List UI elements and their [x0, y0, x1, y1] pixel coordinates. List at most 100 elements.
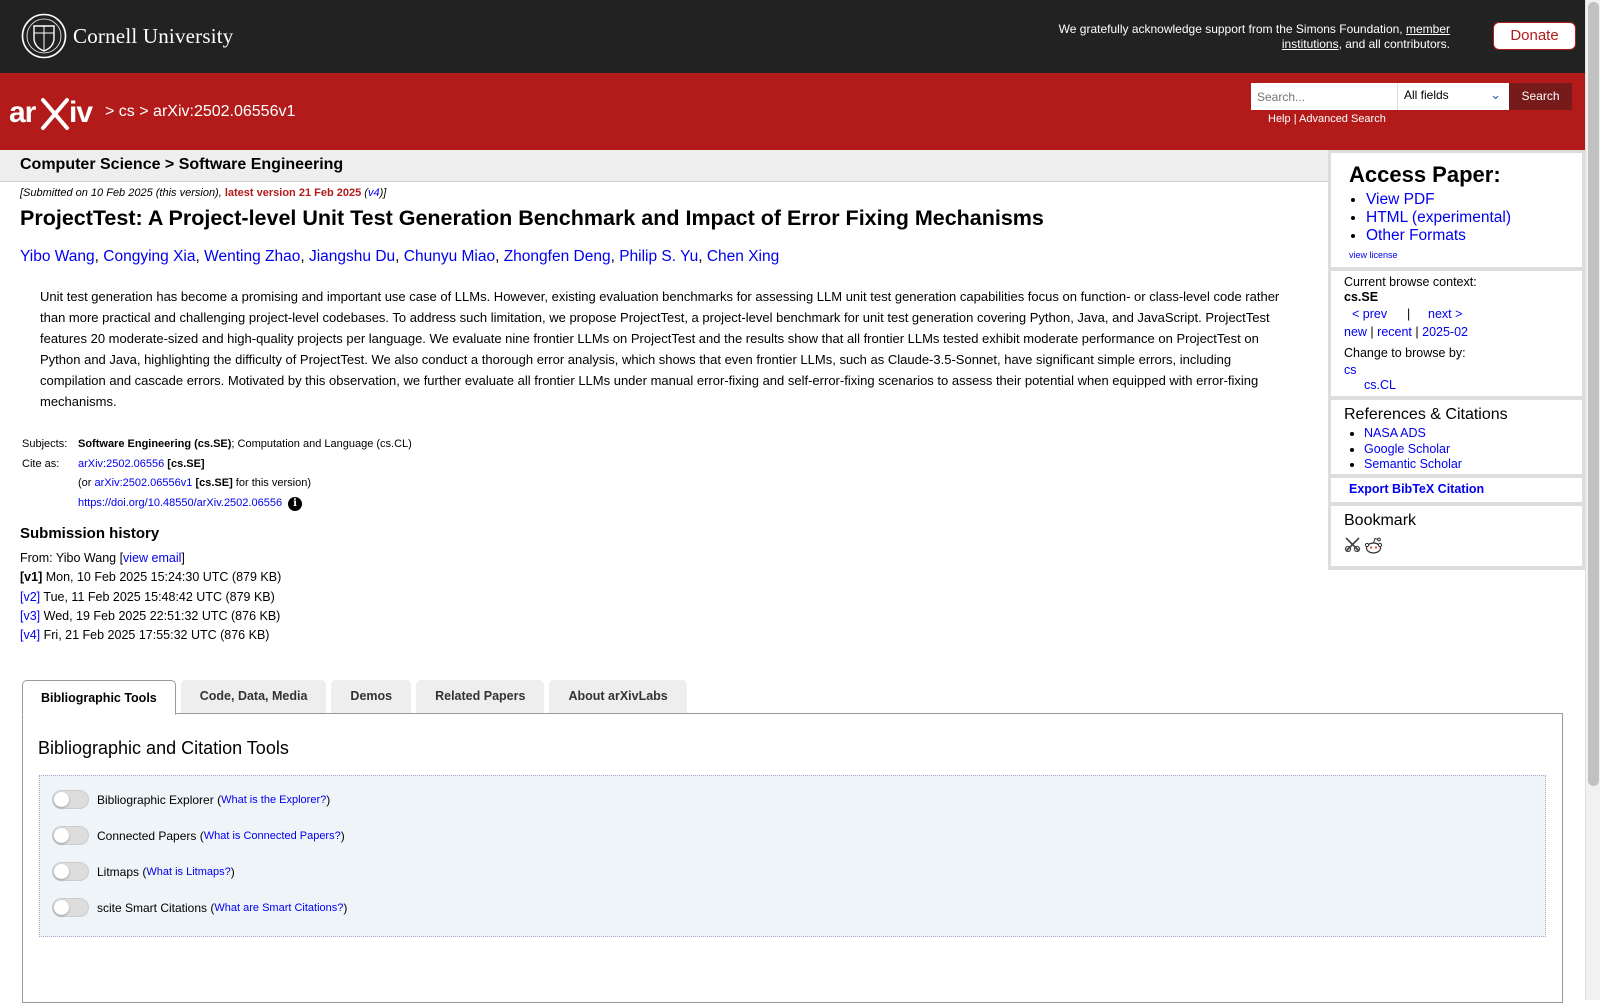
dateline-close: )]: [379, 187, 387, 199]
recent-link[interactable]: recent: [1377, 325, 1412, 339]
version-tag: [v1]: [20, 570, 43, 585]
version-date: Wed, 19 Feb 2025 22:51:32 UTC (876 KB): [40, 608, 281, 623]
info-icon[interactable]: i: [288, 496, 303, 511]
toggle-help-link[interactable]: What is Connected Papers?: [204, 830, 341, 842]
support-text: We gratefully acknowledge support from t…: [1030, 22, 1450, 52]
toggle-knob: [54, 792, 69, 807]
tab-bibliographic-tools[interactable]: Bibliographic Tools: [22, 680, 176, 715]
version-row: [v1] Mon, 10 Feb 2025 15:24:30 UTC (879 …: [20, 568, 281, 587]
bibsonomy-icon[interactable]: [1344, 536, 1361, 553]
month-link[interactable]: 2025-02: [1422, 325, 1468, 339]
tab-about-arxivlabs[interactable]: About arXivLabs: [549, 680, 687, 713]
semantic-scholar-link[interactable]: Semantic Scholar: [1364, 457, 1462, 471]
author-link[interactable]: Zhongfen Deng: [504, 248, 611, 265]
search-help-links: Help | Advanced Search: [1268, 113, 1386, 125]
browse-context-box: Current browse context: cs.SE < prev | n…: [1331, 271, 1582, 396]
cornell-name: Cornell University: [73, 23, 234, 48]
litmaps-toggle[interactable]: [52, 862, 89, 881]
browse-cs-link[interactable]: cs: [1344, 363, 1357, 377]
reddit-icon[interactable]: [1364, 536, 1383, 555]
google-scholar-link[interactable]: Google Scholar: [1364, 442, 1450, 456]
browse-context-label: Current browse context:: [1344, 275, 1477, 289]
browse-links: new | recent | 2025-02: [1344, 325, 1468, 339]
other-formats-link[interactable]: Other Formats: [1366, 227, 1466, 244]
version-date: Tue, 11 Feb 2025 15:48:42 UTC (879 KB): [40, 589, 275, 604]
view-email-link[interactable]: view email: [123, 551, 181, 565]
donate-button[interactable]: Donate: [1493, 22, 1576, 50]
view-license-link[interactable]: view license: [1349, 250, 1398, 260]
toggle-help-link[interactable]: What are Smart Citations?: [214, 902, 343, 914]
access-heading: Access Paper:: [1349, 162, 1501, 187]
cite-or: (or: [78, 477, 92, 489]
metadata-table: Subjects: Software Engineering (cs.SE); …: [20, 435, 414, 513]
author-link[interactable]: Wenting Zhao: [204, 248, 300, 265]
cornell-logo[interactable]: Cornell University: [21, 13, 234, 59]
version-link[interactable]: [v2]: [20, 590, 40, 604]
author-link[interactable]: Jiangshu Du: [309, 248, 395, 265]
toggle-help-link[interactable]: What is the Explorer?: [221, 794, 326, 806]
advanced-search-link[interactable]: Advanced Search: [1299, 113, 1386, 125]
tab-related-papers[interactable]: Related Papers: [416, 680, 545, 713]
submission-history: From: Yibo Wang [view email] [v1] Mon, 1…: [20, 549, 281, 645]
page-scrollbar[interactable]: [1585, 0, 1600, 1000]
cite-version-link[interactable]: arXiv:2502.06556v1: [95, 477, 193, 489]
cite-version-tail: for this version): [235, 477, 311, 489]
scite-toggle[interactable]: [52, 898, 89, 917]
author-link[interactable]: Philip S. Yu: [619, 248, 698, 265]
author-link[interactable]: Congying Xia: [103, 248, 195, 265]
breadcrumb-sep: >: [139, 103, 149, 120]
search-input[interactable]: [1251, 83, 1397, 110]
export-box: Export BibTeX Citation: [1331, 478, 1582, 502]
abstract: Unit test generation has become a promis…: [40, 289, 1280, 409]
author-list: Yibo Wang, Congying Xia, Wenting Zhao, J…: [20, 248, 780, 265]
prev-next-sep: |: [1407, 307, 1411, 321]
nasa-ads-link[interactable]: NASA ADS: [1364, 426, 1426, 440]
tab-demos[interactable]: Demos: [331, 680, 412, 713]
tab-code-data-media[interactable]: Code, Data, Media: [180, 680, 327, 713]
html-link[interactable]: HTML (experimental): [1366, 209, 1511, 226]
view-pdf-link[interactable]: View PDF: [1366, 191, 1435, 208]
breadcrumb-cs[interactable]: cs: [119, 103, 135, 120]
primary-subject: Software Engineering (cs.SE): [78, 438, 232, 450]
explorer-toggle[interactable]: [52, 790, 89, 809]
paper-title: ProjectTest: A Project-level Unit Test G…: [20, 206, 1044, 230]
search-button[interactable]: Search: [1509, 83, 1572, 110]
doi-link[interactable]: https://doi.org/10.48550/arXiv.2502.0655…: [78, 497, 282, 509]
next-link[interactable]: next >: [1428, 307, 1462, 321]
version-link[interactable]: [v3]: [20, 609, 40, 623]
search-field-select[interactable]: All fields ⌄: [1397, 83, 1509, 110]
browse-sep: |: [1370, 325, 1374, 339]
bookmark-heading: Bookmark: [1344, 512, 1417, 529]
author-link[interactable]: Chunyu Miao: [404, 248, 495, 265]
submitter-prefix: From: Yibo Wang [: [20, 551, 124, 565]
help-link[interactable]: Help: [1268, 113, 1291, 125]
arxiv-logo-icon[interactable]: ar iv: [9, 92, 101, 134]
browse-cscl-link[interactable]: cs.CL: [1364, 378, 1396, 392]
references-list: NASA ADS Google Scholar Semantic Scholar: [1344, 426, 1462, 473]
version-link[interactable]: [v4]: [20, 628, 40, 642]
toggle-label: scite Smart Citations: [97, 900, 208, 915]
export-bibtex-link[interactable]: Export BibTeX Citation: [1349, 482, 1484, 496]
scrollbar-thumb[interactable]: [1588, 2, 1599, 786]
panel-heading: Bibliographic and Citation Tools: [38, 738, 289, 758]
top-bar: Cornell University We gratefully acknowl…: [0, 0, 1585, 73]
toggle-help-link[interactable]: What is Litmaps?: [146, 866, 230, 878]
bookmark-box: Bookmark: [1331, 506, 1582, 566]
references-box: References & Citations NASA ADS Google S…: [1331, 400, 1582, 474]
change-browse-label: Change to browse by:: [1344, 346, 1466, 360]
connected-papers-toggle[interactable]: [52, 826, 89, 845]
access-item: View PDF: [1366, 191, 1511, 209]
access-item: HTML (experimental): [1366, 209, 1511, 227]
bookmark-icons: [1344, 536, 1383, 555]
cite-id-link[interactable]: arXiv:2502.06556: [78, 458, 164, 470]
prev-link[interactable]: < prev: [1352, 307, 1387, 321]
breadcrumb-sep: >: [105, 103, 115, 120]
toggle-label: Litmaps: [97, 864, 140, 879]
new-link[interactable]: new: [1344, 325, 1367, 339]
dateline-latest: latest version 21 Feb 2025: [224, 187, 362, 199]
author-link[interactable]: Yibo Wang: [20, 248, 95, 265]
breadcrumb: > cs > arXiv:2502.06556v1: [105, 103, 295, 121]
latest-version-link[interactable]: v4: [368, 187, 380, 199]
toggle-row-connected-papers: Connected Papers (What is Connected Pape…: [52, 826, 345, 845]
author-link[interactable]: Chen Xing: [707, 248, 779, 265]
